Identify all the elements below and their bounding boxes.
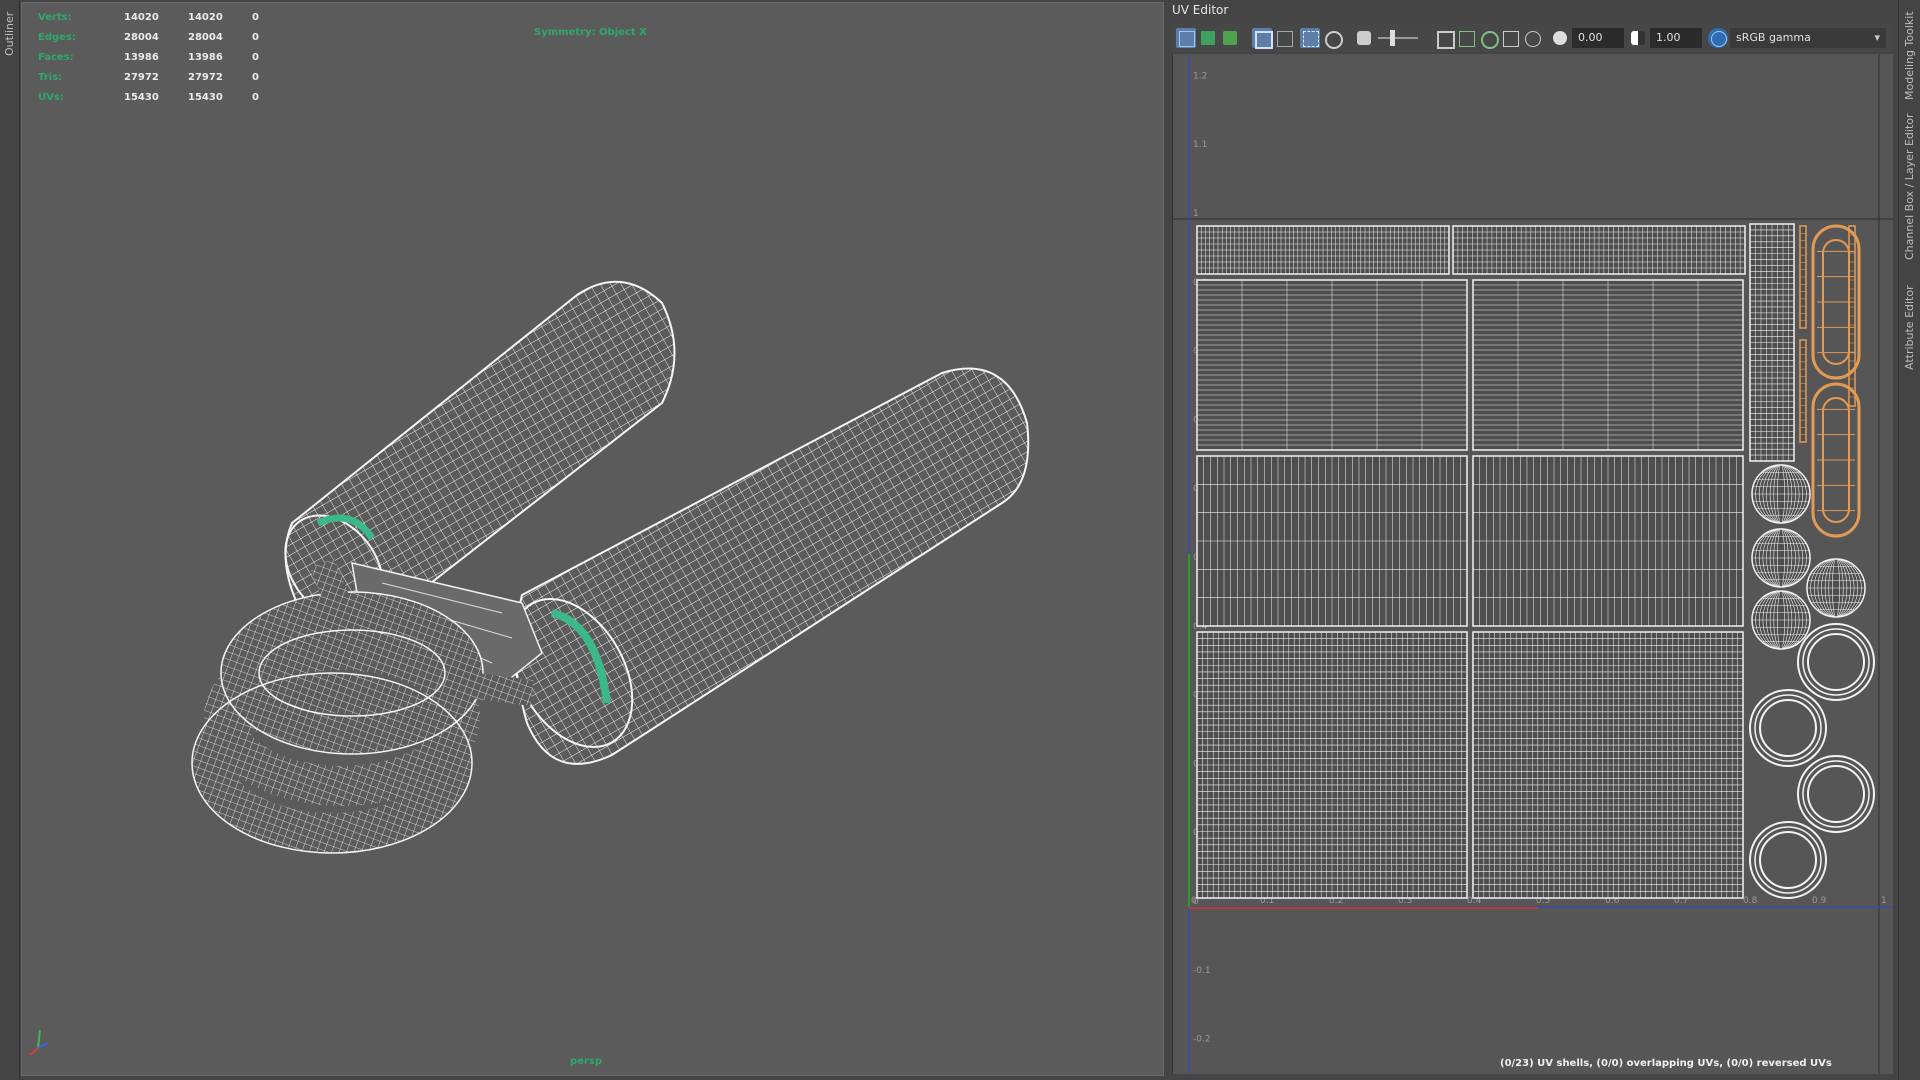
uv-editor-title: UV Editor xyxy=(1172,3,1229,17)
ring-inner xyxy=(1759,699,1817,757)
uv-shell-block xyxy=(1472,279,1744,451)
camera-icon xyxy=(1357,31,1371,45)
uv-shell-ring xyxy=(1749,821,1827,899)
uv-shell-sphere xyxy=(1751,590,1811,650)
dim-image-button[interactable] xyxy=(1274,28,1294,48)
exposure-reset-button[interactable] xyxy=(1550,28,1570,48)
uv-shell-thin-orange xyxy=(1799,225,1807,329)
checker-icon xyxy=(1201,31,1215,45)
u-tick-label: 0.9 xyxy=(1812,896,1827,906)
channel-box-tab[interactable]: Channel Box / Layer Editor xyxy=(1903,113,1916,260)
isolate-icon xyxy=(1459,31,1475,47)
ring-inner xyxy=(1759,831,1817,889)
camera-label: persp xyxy=(570,1056,602,1067)
psd-button[interactable] xyxy=(1522,28,1542,48)
uv-shell-block xyxy=(1196,631,1468,899)
grid-icon xyxy=(1303,31,1319,47)
uv-shell-tall-strip xyxy=(1749,223,1795,462)
isolate-button[interactable] xyxy=(1456,28,1476,48)
remove-icon xyxy=(1503,31,1519,47)
snap-icon xyxy=(1325,31,1343,49)
ring-mid xyxy=(1754,694,1822,762)
uv-status-readout: (0/23) UV shells, (0/0) overlapping UVs,… xyxy=(1500,1058,1832,1069)
ring-inner xyxy=(1807,633,1865,691)
frame-all-button[interactable] xyxy=(1434,28,1455,49)
uv-shell-sphere xyxy=(1806,558,1866,618)
ring-mid xyxy=(1802,628,1870,696)
exposure-slider-handle[interactable] xyxy=(1390,30,1395,46)
shade-uv-button[interactable] xyxy=(1220,28,1240,48)
frame-icon xyxy=(1437,31,1455,49)
uv-shell-ring xyxy=(1749,689,1827,767)
ring-outer xyxy=(1797,755,1875,833)
color-space-value: sRGB gamma xyxy=(1736,31,1811,44)
aperture-icon xyxy=(1553,31,1567,45)
u-tick-label: 0.8 xyxy=(1743,896,1758,906)
uv-texture-view[interactable]: 1.21.110.90.80.70.60.50.40.30.20.10-0.1-… xyxy=(1172,54,1893,1074)
display-image-button[interactable] xyxy=(1252,28,1273,49)
checker-map-button[interactable] xyxy=(1198,28,1218,48)
psd-icon xyxy=(1525,31,1541,47)
u-tick-label: 0 xyxy=(1191,896,1197,906)
camera-snapshot-button[interactable] xyxy=(1354,28,1374,48)
color-management-button[interactable] xyxy=(1708,28,1728,48)
uv-shell-sphere xyxy=(1751,464,1811,524)
view-axis-gizmo xyxy=(29,1029,49,1056)
outliner-side-tab[interactable]: Outliner xyxy=(0,0,20,1080)
v-tick-label: -0.2 xyxy=(1193,1035,1211,1045)
v-tick-label: -0.1 xyxy=(1193,966,1211,976)
color-space-select[interactable]: sRGB gamma ▾ xyxy=(1730,28,1886,48)
uv-shell-ring xyxy=(1797,623,1875,701)
uv-shell-strip-right xyxy=(1452,225,1746,275)
ring-inner xyxy=(1807,765,1865,823)
exposure-slider[interactable] xyxy=(1378,37,1418,39)
ring-mid xyxy=(1802,760,1870,828)
uv-snapshot-button[interactable] xyxy=(1176,28,1196,48)
u-tick-label: 1 xyxy=(1881,896,1887,906)
dim-icon xyxy=(1277,31,1293,47)
uv-shell-block xyxy=(1196,279,1468,451)
gamma-icon xyxy=(1631,31,1645,45)
uv-shell-block xyxy=(1472,455,1744,627)
uv-editor-toolbar: 0.00 1.00 sRGB gamma ▾ xyxy=(1172,24,1892,52)
attribute-editor-tab[interactable]: Attribute Editor xyxy=(1903,285,1916,370)
perspective-viewport[interactable]: Verts: 14020 14020 0 Edges: 28004 28004 0 Face… xyxy=(21,2,1164,1076)
uv-shell-strip-left xyxy=(1196,225,1450,275)
view-transform-icon xyxy=(1711,31,1727,47)
refresh-icon xyxy=(1481,31,1499,49)
image-display-icon xyxy=(1255,31,1273,49)
shaded-icon xyxy=(1223,31,1237,45)
uv-shell-block xyxy=(1472,631,1744,899)
exposure-field[interactable]: 0.00 xyxy=(1572,28,1624,48)
outliner-tab-label[interactable]: Outliner xyxy=(3,12,16,56)
v-tick-label: 1 xyxy=(1193,209,1199,219)
grid-display-icon xyxy=(1179,31,1195,47)
gamma-field[interactable]: 1.00 xyxy=(1650,28,1702,48)
uv-shell-thin-orange xyxy=(1799,339,1807,443)
chevron-down-icon: ▾ xyxy=(1874,31,1880,44)
uv-shell-capsule-orange xyxy=(1811,382,1861,538)
right-side-tabs: Modeling Toolkit Channel Box / Layer Edi… xyxy=(1898,0,1920,1080)
pixel-snap-button[interactable] xyxy=(1322,28,1343,49)
gamma-reset-button[interactable] xyxy=(1628,28,1648,48)
hand-gripper-wireframe-model[interactable] xyxy=(22,3,1163,1075)
ring-outer xyxy=(1749,821,1827,899)
modeling-toolkit-tab[interactable]: Modeling Toolkit xyxy=(1903,11,1916,100)
uv-layout-canvas[interactable]: 1.21.110.90.80.70.60.50.40.30.20.10-0.1-… xyxy=(1173,54,1893,1074)
ring-outer xyxy=(1797,623,1875,701)
v-tick-label: 1.2 xyxy=(1193,71,1207,81)
uv-shell-sphere xyxy=(1751,528,1811,588)
uv-shell-block xyxy=(1196,455,1468,627)
toggle-grid-button[interactable] xyxy=(1300,28,1320,48)
refresh-button[interactable] xyxy=(1478,28,1499,49)
v-tick-label: 1.1 xyxy=(1193,140,1207,150)
uv-shells xyxy=(1196,223,1875,899)
ring-mid xyxy=(1754,826,1822,894)
remove-image-button[interactable] xyxy=(1500,28,1520,48)
ring-outer xyxy=(1749,689,1827,767)
uv-shell-ring xyxy=(1797,755,1875,833)
